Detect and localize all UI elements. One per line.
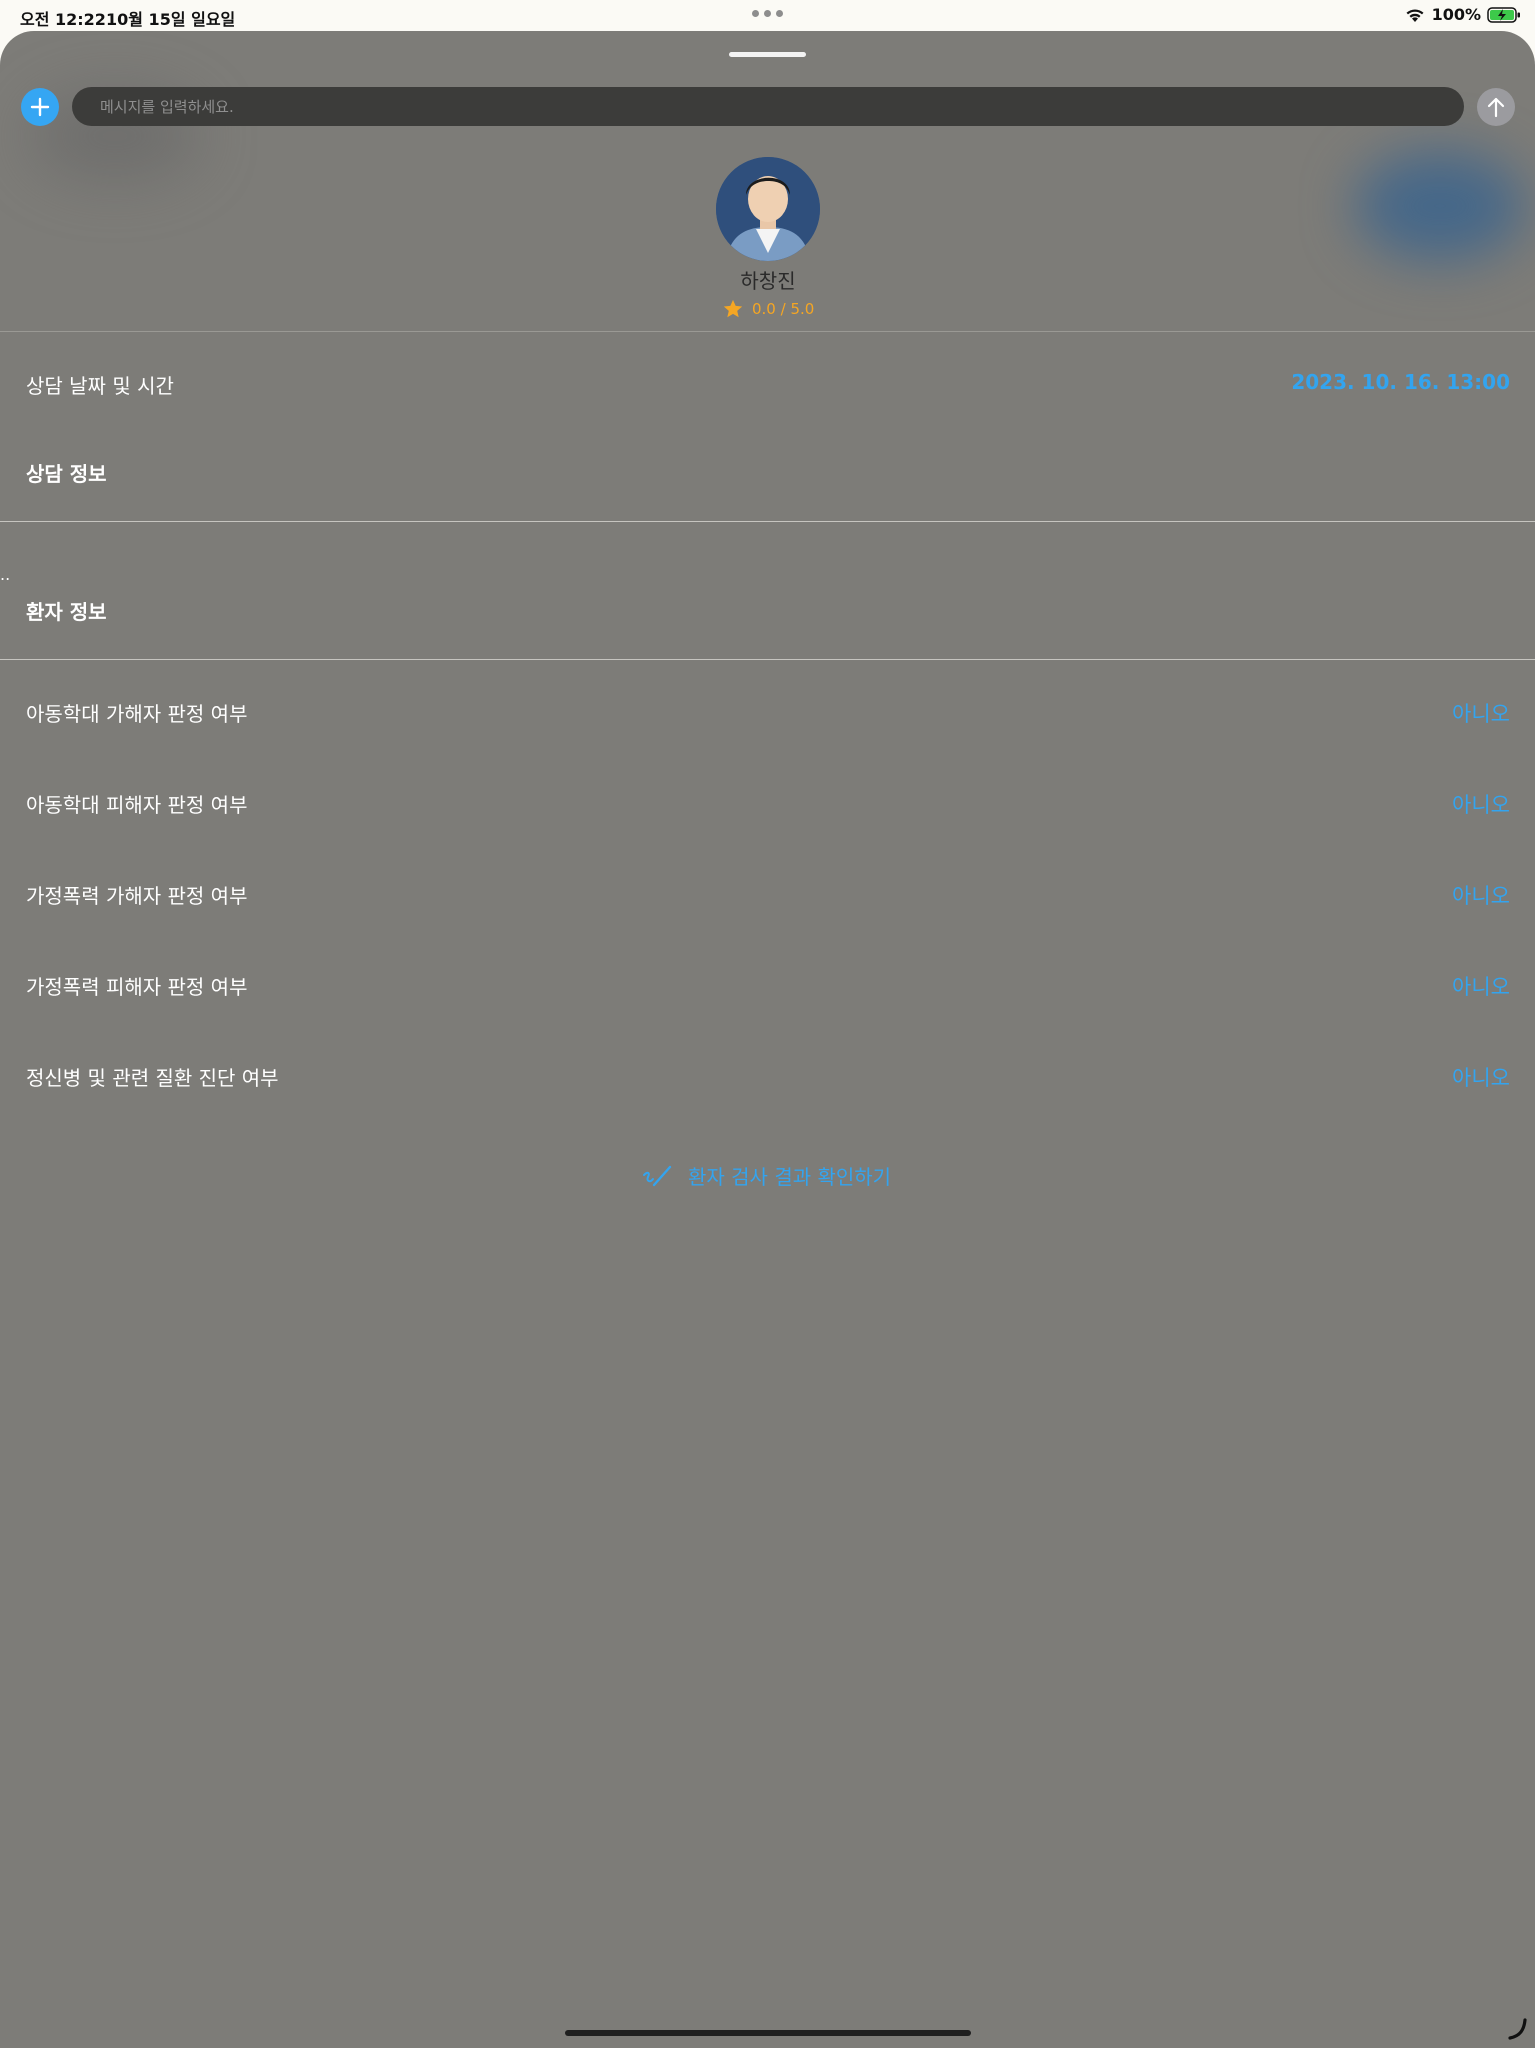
patient-row-value: 아니오 bbox=[1452, 793, 1510, 817]
status-date: 10월 15일 일요일 bbox=[106, 10, 236, 29]
stray-text: .. bbox=[0, 565, 11, 584]
send-button[interactable] bbox=[1477, 88, 1515, 126]
background-blur bbox=[1355, 151, 1525, 261]
rating: 0.0 / 5.0 bbox=[722, 298, 814, 320]
patient-row-value: 아니오 bbox=[1452, 702, 1510, 726]
patient-row-label: 아동학대 가해자 판정 여부 bbox=[26, 702, 248, 726]
multitasking-dots-icon[interactable] bbox=[752, 10, 783, 17]
home-indicator[interactable] bbox=[565, 2030, 971, 2036]
patient-row-value: 아니오 bbox=[1452, 1066, 1510, 1090]
resize-handle-icon[interactable] bbox=[1506, 2018, 1528, 2040]
sheet-grabber[interactable] bbox=[729, 52, 806, 57]
arrow-up-icon bbox=[1487, 97, 1505, 118]
status-indicators: 100% bbox=[1404, 5, 1521, 24]
view-test-results-label: 환자 검사 결과 확인하기 bbox=[688, 1165, 892, 1189]
patient-row-value: 아니오 bbox=[1452, 975, 1510, 999]
star-icon bbox=[723, 299, 743, 318]
magic-wand-icon bbox=[643, 1165, 672, 1186]
status-time: 오전 12:22 bbox=[20, 10, 106, 29]
message-input[interactable] bbox=[72, 87, 1464, 126]
screen: 오전 12:22 10월 15일 일요일 100% 메시지를 입력하세요. 하창… bbox=[0, 0, 1535, 2048]
profile-photo bbox=[716, 157, 820, 261]
avatar bbox=[716, 157, 820, 261]
patient-row-label: 가정폭력 피해자 판정 여부 bbox=[26, 975, 248, 999]
patient-row-label: 아동학대 피해자 판정 여부 bbox=[26, 793, 248, 817]
profile-name: 하창진 bbox=[740, 269, 796, 293]
add-attachment-button[interactable] bbox=[21, 88, 59, 126]
patient-row-label: 가정폭력 가해자 판정 여부 bbox=[26, 884, 248, 908]
view-test-results-button[interactable]: 환자 검사 결과 확인하기 bbox=[640, 1161, 891, 1190]
divider bbox=[0, 659, 1535, 660]
rating-text: 0.0 / 5.0 bbox=[752, 300, 815, 318]
patient-row-label: 정신병 및 관련 질환 진단 여부 bbox=[26, 1066, 279, 1090]
battery-charging-icon bbox=[1487, 6, 1520, 23]
consult-datetime-label: 상담 날짜 및 시간 bbox=[26, 374, 174, 398]
status-bar: 오전 12:22 10월 15일 일요일 100% bbox=[0, 0, 1535, 30]
divider bbox=[0, 521, 1535, 522]
patient-info-header: 환자 정보 bbox=[26, 600, 107, 624]
chat-sheet: 하창진 0.0 / 5.0 상담 날짜 및 시간 2023. 10. 16. 1… bbox=[0, 31, 1535, 2048]
plus-icon bbox=[30, 97, 50, 117]
consult-datetime-value[interactable]: 2023. 10. 16. 13:00 bbox=[1291, 370, 1510, 394]
battery-percent: 100% bbox=[1431, 5, 1481, 24]
divider bbox=[0, 331, 1535, 332]
consult-info-header: 상담 정보 bbox=[26, 462, 107, 486]
patient-row-value: 아니오 bbox=[1452, 884, 1510, 908]
wifi-icon bbox=[1406, 8, 1424, 22]
